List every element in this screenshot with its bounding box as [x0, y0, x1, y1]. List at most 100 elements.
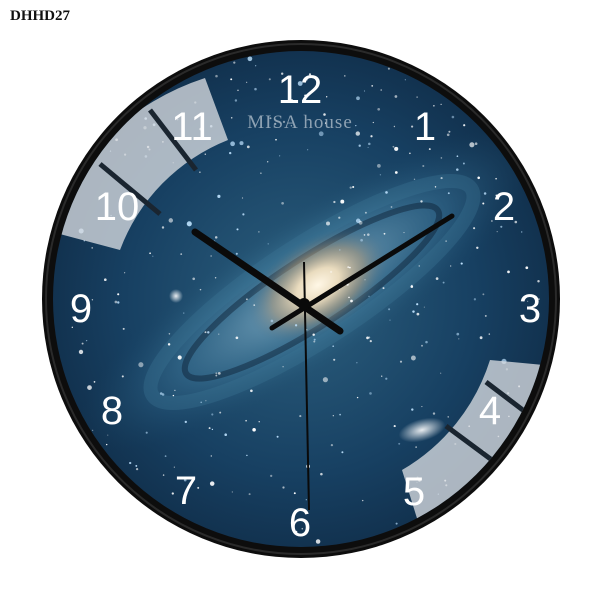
star [250, 389, 253, 393]
star [381, 375, 383, 377]
star [387, 67, 390, 70]
star [248, 493, 251, 496]
star [230, 78, 233, 81]
numeral-10: 10 [95, 185, 140, 229]
numeral-1: 1 [414, 105, 436, 149]
star [332, 345, 335, 348]
star [349, 186, 352, 189]
star [103, 278, 107, 282]
star [383, 232, 386, 235]
star [322, 377, 328, 383]
star [356, 362, 358, 364]
star [246, 81, 248, 83]
star [129, 461, 132, 465]
star [235, 336, 239, 340]
star [184, 420, 187, 424]
star [349, 266, 351, 269]
star [363, 90, 366, 92]
star [245, 419, 247, 422]
brand-watermark: MISA house [247, 112, 353, 133]
star [382, 287, 385, 290]
star [299, 415, 302, 418]
star [379, 174, 382, 176]
star [482, 293, 485, 296]
star [210, 255, 212, 257]
star [78, 349, 84, 355]
star [207, 331, 210, 334]
star [389, 319, 391, 321]
star [192, 277, 196, 281]
star [106, 443, 108, 446]
star [416, 96, 418, 98]
numeral-12: 12 [278, 68, 323, 112]
star [177, 355, 182, 360]
star [495, 177, 497, 180]
star [235, 252, 238, 255]
star [209, 481, 215, 486]
star [484, 314, 487, 317]
star [341, 451, 344, 454]
star [162, 474, 165, 476]
star [281, 201, 284, 205]
star [199, 171, 201, 173]
star [107, 434, 109, 436]
star [355, 124, 357, 127]
star [92, 429, 94, 431]
star [394, 146, 399, 151]
star [161, 226, 165, 229]
star [421, 406, 423, 408]
star [211, 413, 214, 416]
star [214, 277, 217, 279]
star [145, 431, 148, 434]
star [415, 446, 417, 448]
star [368, 142, 371, 146]
star [171, 492, 174, 495]
star [340, 199, 345, 204]
star [411, 408, 414, 411]
star [393, 425, 396, 428]
star [496, 230, 498, 233]
numeral-3: 3 [519, 287, 541, 331]
star [229, 151, 232, 155]
star [462, 162, 465, 165]
star [395, 522, 398, 525]
star [121, 375, 124, 378]
star [356, 96, 360, 101]
star [208, 427, 211, 430]
star [114, 300, 118, 304]
star [252, 428, 256, 432]
star [236, 228, 239, 231]
star [81, 342, 84, 345]
star [135, 467, 139, 471]
star [239, 141, 244, 146]
star [233, 61, 236, 64]
star [398, 442, 401, 445]
star [420, 200, 423, 203]
star [253, 304, 256, 306]
star [363, 234, 366, 236]
star [422, 164, 425, 168]
star [168, 218, 174, 223]
star [447, 192, 450, 195]
star [339, 249, 341, 251]
star [361, 499, 364, 502]
star [230, 117, 233, 119]
star [463, 124, 466, 127]
star [446, 133, 450, 137]
star [425, 340, 428, 344]
star [307, 149, 309, 151]
numeral-7: 7 [175, 469, 197, 513]
star [204, 153, 207, 155]
star [149, 252, 151, 255]
star [313, 340, 316, 343]
star [411, 125, 414, 128]
star [380, 89, 382, 91]
star [217, 194, 221, 198]
star [369, 392, 372, 395]
star [117, 301, 120, 304]
star [371, 85, 374, 87]
star [348, 296, 350, 299]
star [440, 177, 443, 180]
star [356, 396, 359, 399]
star [172, 394, 175, 397]
